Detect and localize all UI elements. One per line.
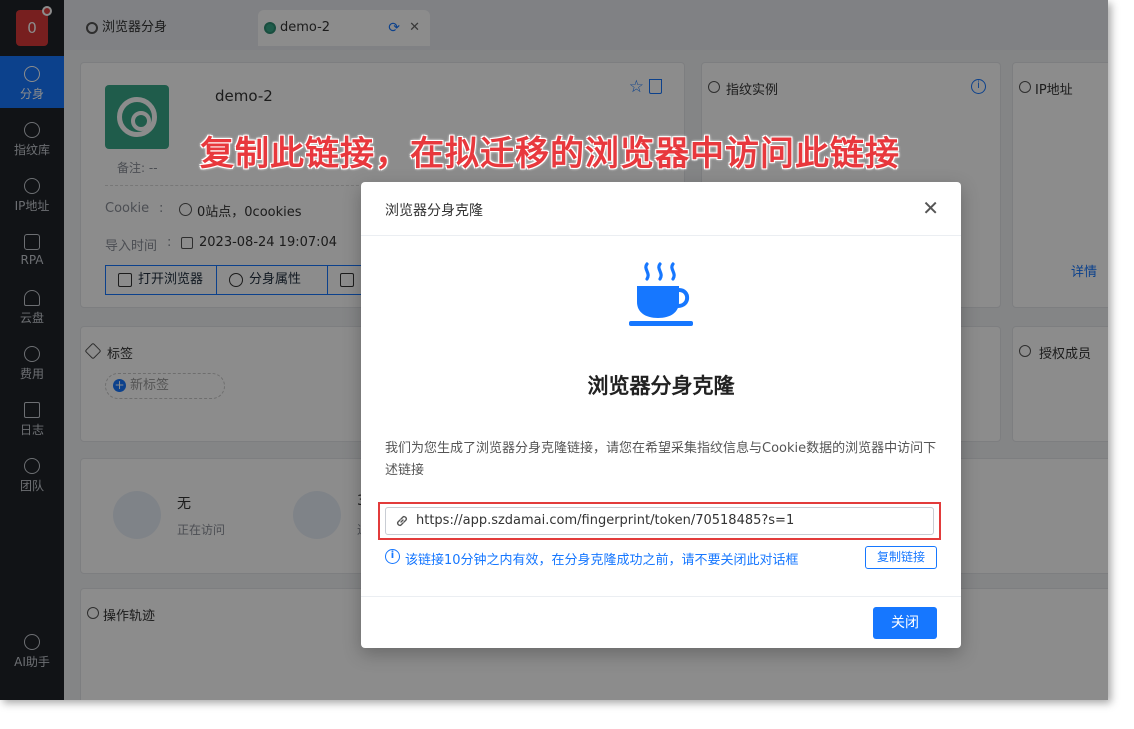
app-window: 0 分身 指纹库 IP地址 RPA 云盘 费用 日志 团队 AI助手 浏览器分身… <box>0 0 1108 700</box>
link-icon <box>396 515 408 527</box>
info-icon: i <box>385 549 400 564</box>
close-icon[interactable]: ✕ <box>922 196 939 220</box>
info-text: 该链接10分钟之内有效，在分身克隆成功之前，请不要关闭此对话框 <box>405 553 799 568</box>
coffee-cup-icon <box>629 262 693 326</box>
clone-link-text: https://app.szdamai.com/fingerprint/toke… <box>416 513 795 528</box>
link-highlight: https://app.szdamai.com/fingerprint/toke… <box>378 502 941 540</box>
dialog-description: 我们为您生成了浏览器分身克隆链接，请您在希望采集指纹信息与Cookie数据的浏览… <box>385 441 937 478</box>
annotation-callout: 复制此链接，在拟迁移的浏览器中访问此链接 <box>200 134 900 174</box>
copy-link-button[interactable]: 复制链接 <box>865 546 937 569</box>
close-button[interactable]: 关闭 <box>873 607 937 639</box>
clone-link-field[interactable]: https://app.szdamai.com/fingerprint/toke… <box>385 507 934 535</box>
clone-dialog: 浏览器分身克隆 ✕ 浏览器分身克隆 我们为您生成了浏览器分身克隆链接，请您在希望… <box>361 182 961 648</box>
dialog-heading: 浏览器分身克隆 <box>587 374 735 398</box>
link-validity-info: i 该链接10分钟之内有效，在分身克隆成功之前，请不要关闭此对话框 <box>385 549 799 568</box>
dialog-header: 浏览器分身克隆 ✕ <box>361 182 961 236</box>
dialog-footer: 关闭 <box>361 596 961 648</box>
dialog-title: 浏览器分身克隆 <box>385 203 483 219</box>
